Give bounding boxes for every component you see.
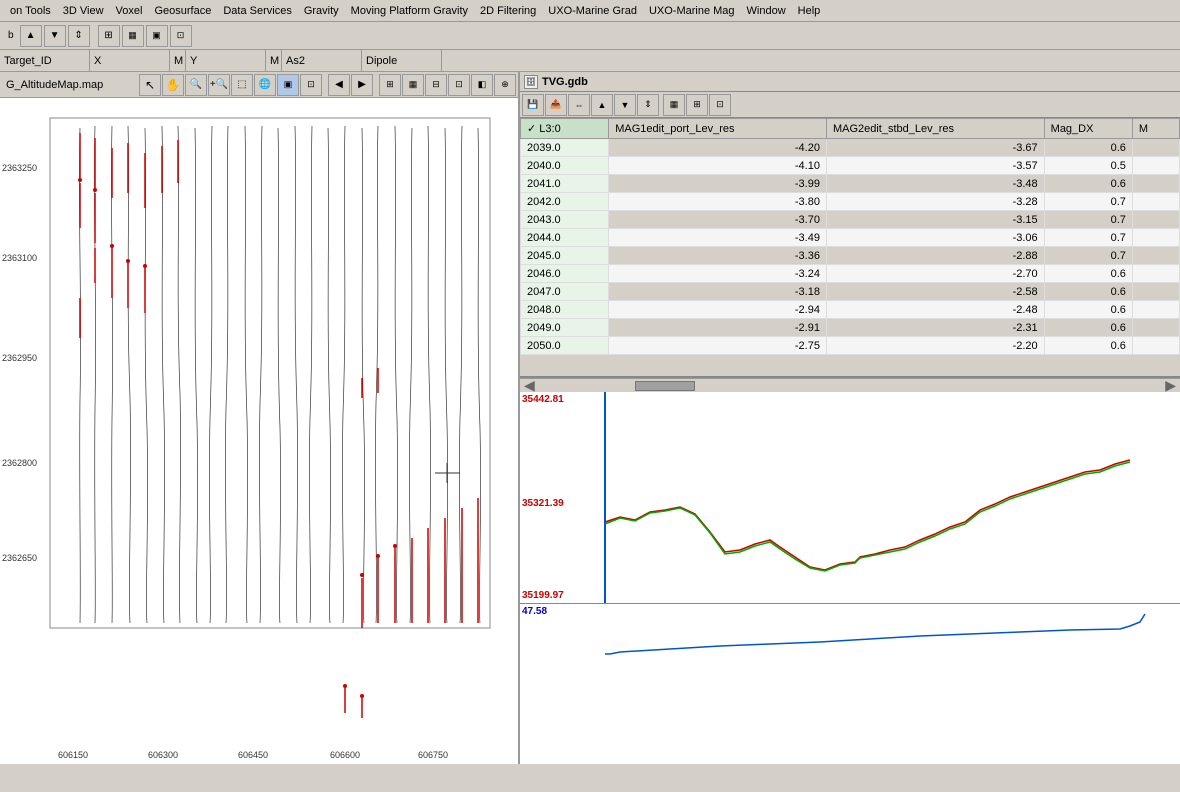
chart1-y-mid: 35321.39	[522, 498, 564, 509]
table-row[interactable]: 2050.0 -2.75 -2.20 0.6	[521, 337, 1180, 355]
table-row[interactable]: 2048.0 -2.94 -2.48 0.6	[521, 301, 1180, 319]
db-btn-up[interactable]: ▲	[591, 94, 613, 116]
col-header-as2[interactable]: As2	[282, 50, 362, 71]
th-dx[interactable]: Mag_DX	[1044, 119, 1132, 139]
toolbar-grid[interactable]: ⊞	[98, 25, 120, 47]
map-tool-r1[interactable]: ⊞	[379, 74, 401, 96]
map-panel: G_AltitudeMap.map ↖ ✋ 🔍 +🔍 ⬚ 🌐 ▣ ⊡ ◀ ▶ ⊞…	[0, 72, 520, 764]
menu-2d-filtering[interactable]: 2D Filtering	[474, 3, 542, 19]
chart1-y-min: 35199.97	[522, 590, 564, 601]
map-tool-magnify-box[interactable]: ⬚	[231, 74, 253, 96]
db-window-title: TVG.gdb	[542, 76, 588, 88]
db-icon: 🗄	[524, 75, 538, 89]
chart2-y-top: 47.58	[522, 606, 547, 617]
menu-3d-view[interactable]: 3D View	[57, 3, 110, 19]
menu-uxo-marine-mag[interactable]: UXO-Marine Mag	[643, 3, 741, 19]
table-row[interactable]: 2047.0 -3.18 -2.58 0.6	[521, 283, 1180, 301]
th-mag1[interactable]: MAG1edit_port_Lev_res	[609, 119, 827, 139]
db-btn-2[interactable]: 📤	[545, 94, 567, 116]
table-row[interactable]: 2042.0 -3.80 -3.28 0.7	[521, 193, 1180, 211]
map-svg	[0, 98, 518, 764]
data-table-container: ✓ L3:0 MAG1edit_port_Lev_res MAG2edit_st…	[520, 118, 1180, 378]
menu-data-services[interactable]: Data Services	[217, 3, 297, 19]
main-content: G_AltitudeMap.map ↖ ✋ 🔍 +🔍 ⬚ 🌐 ▣ ⊡ ◀ ▶ ⊞…	[0, 72, 1180, 764]
menu-gravity[interactable]: Gravity	[298, 3, 345, 19]
db-toolbar: 💾 📤 ⇔ ▲ ▼ ⇕ ▦ ⊞ ⊡	[520, 92, 1180, 118]
map-tool-magnify-plus[interactable]: +🔍	[208, 74, 230, 96]
map-tool-r6[interactable]: ⊕	[494, 74, 516, 96]
toolbar-label: b	[4, 30, 18, 41]
th-m[interactable]: M	[1132, 119, 1179, 139]
map-tool-select1[interactable]: ▣	[277, 74, 299, 96]
map-tool-globe[interactable]: 🌐	[254, 74, 276, 96]
db-btn-updown[interactable]: ⇕	[637, 94, 659, 116]
map-nav-left[interactable]: ◀	[328, 74, 350, 96]
db-btn-collapse[interactable]: ⇔	[568, 94, 590, 116]
menu-voxel[interactable]: Voxel	[110, 3, 149, 19]
menu-window[interactable]: Window	[741, 3, 792, 19]
db-title-bar: 🗄 TVG.gdb	[520, 72, 1180, 92]
col-header-target-id[interactable]: Target_ID	[0, 50, 90, 71]
th-mag2[interactable]: MAG2edit_stbd_Lev_res	[826, 119, 1044, 139]
map-tool-r3[interactable]: ⊟	[425, 74, 447, 96]
db-btn-table2[interactable]: ⊡	[709, 94, 731, 116]
db-btn-grid[interactable]: ▦	[663, 94, 685, 116]
map-tool-r2[interactable]: ▦	[402, 74, 424, 96]
map-nav-right[interactable]: ▶	[351, 74, 373, 96]
toolbar-table1[interactable]: ▦	[122, 25, 144, 47]
table-row[interactable]: 2046.0 -3.24 -2.70 0.6	[521, 265, 1180, 283]
map-tool-r5[interactable]: ◧	[471, 74, 493, 96]
menu-uxo-marine-grad[interactable]: UXO-Marine Grad	[542, 3, 643, 19]
table-row[interactable]: 2045.0 -3.36 -2.88 0.7	[521, 247, 1180, 265]
map-tool-select2[interactable]: ⊡	[300, 74, 322, 96]
toolbar-up[interactable]: ▲	[20, 25, 42, 47]
table-row[interactable]: 2040.0 -4.10 -3.57 0.5	[521, 157, 1180, 175]
col-header-x[interactable]: X	[90, 50, 170, 71]
right-panel: 🗄 TVG.gdb 💾 📤 ⇔ ▲ ▼ ⇕ ▦ ⊞ ⊡ ✓ L3:0 MAG1e…	[520, 72, 1180, 764]
menu-moving-platform-gravity[interactable]: Moving Platform Gravity	[345, 3, 474, 19]
menu-bar: on Tools 3D View Voxel Geosurface Data S…	[0, 0, 1180, 22]
db-btn-down[interactable]: ▼	[614, 94, 636, 116]
map-tool-pointer[interactable]: ↖	[139, 74, 161, 96]
toolbar-table2[interactable]: ▣	[146, 25, 168, 47]
chart1-y-max: 35442.81	[522, 394, 564, 405]
data-table: ✓ L3:0 MAG1edit_port_Lev_res MAG2edit_st…	[520, 118, 1180, 355]
map-tool-magnify-minus[interactable]: 🔍	[185, 74, 207, 96]
toolbar-down[interactable]: ▼	[44, 25, 66, 47]
toolbar-table3[interactable]: ⊡	[170, 25, 192, 47]
col-header-dipole[interactable]: Dipole	[362, 50, 442, 71]
map-tool-r4[interactable]: ⊡	[448, 74, 470, 96]
chart2-svg	[520, 604, 1180, 764]
map-canvas: 2363250 2363100 2362950 2362800 2362650 …	[0, 98, 518, 764]
menu-help[interactable]: Help	[792, 3, 827, 19]
table-row[interactable]: 2041.0 -3.99 -3.48 0.6	[521, 175, 1180, 193]
table-row[interactable]: 2044.0 -3.49 -3.06 0.7	[521, 229, 1180, 247]
chart-panel-1: 35442.81 35321.39 35199.97	[520, 392, 1180, 604]
main-toolbar: b ▲ ▼ ⇕ ⊞ ▦ ▣ ⊡	[0, 22, 1180, 50]
col-marker-x: M	[170, 50, 186, 71]
scroll-thumb[interactable]	[635, 381, 695, 391]
chart-panel-2: 47.58	[520, 604, 1180, 764]
db-btn-1[interactable]: 💾	[522, 94, 544, 116]
col-header-y[interactable]: Y	[186, 50, 266, 71]
map-tool-hand[interactable]: ✋	[162, 74, 184, 96]
menu-on-tools[interactable]: on Tools	[4, 3, 57, 19]
th-l3[interactable]: ✓ L3:0	[521, 119, 609, 139]
chart1-svg	[520, 392, 1180, 603]
db-btn-table[interactable]: ⊞	[686, 94, 708, 116]
map-filename: G_AltitudeMap.map	[2, 77, 107, 93]
menu-geosurface[interactable]: Geosurface	[148, 3, 217, 19]
horizontal-scrollbar[interactable]: ◀ ▶	[520, 378, 1180, 392]
toolbar-updown[interactable]: ⇕	[68, 25, 90, 47]
table-row[interactable]: 2043.0 -3.70 -3.15 0.7	[521, 211, 1180, 229]
col-marker-y: M	[266, 50, 282, 71]
table-row[interactable]: 2039.0 -4.20 -3.67 0.6	[521, 139, 1180, 157]
table-row[interactable]: 2049.0 -2.91 -2.31 0.6	[521, 319, 1180, 337]
map-toolbar: G_AltitudeMap.map ↖ ✋ 🔍 +🔍 ⬚ 🌐 ▣ ⊡ ◀ ▶ ⊞…	[0, 72, 518, 98]
column-header-row: Target_ID X M Y M As2 Dipole	[0, 50, 1180, 72]
